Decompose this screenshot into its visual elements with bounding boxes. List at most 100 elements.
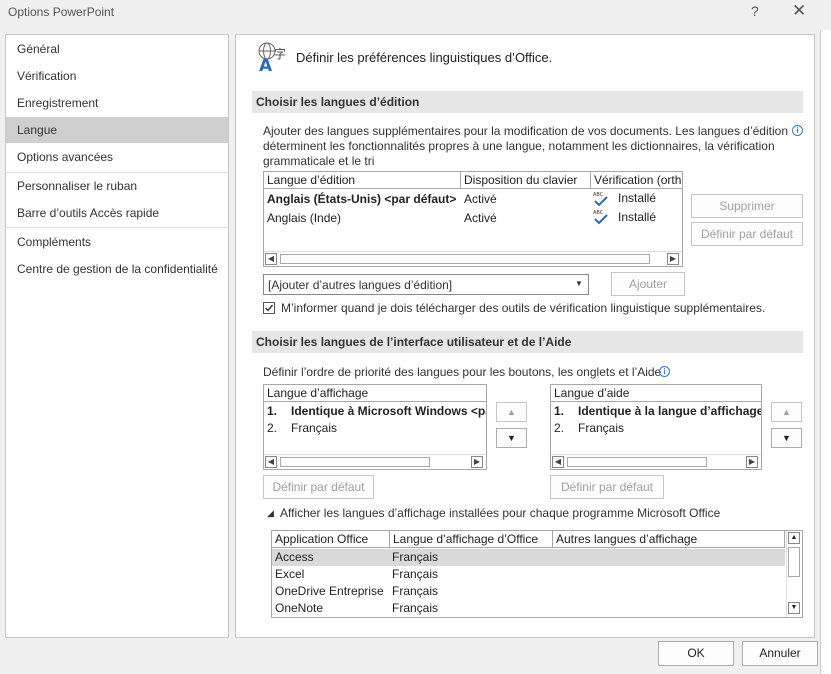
arrow-up-icon: ▲: [782, 407, 791, 417]
vertical-scrollbar[interactable]: ▲ ▼: [786, 531, 802, 617]
app-name[interactable]: OneDrive Entreprise: [275, 583, 384, 600]
svg-text:A: A: [259, 56, 273, 74]
scroll-left-icon[interactable]: ◀: [265, 253, 277, 265]
app-name[interactable]: OneNote: [275, 600, 323, 617]
proofing-check-icon: ABC: [593, 210, 608, 225]
list-item-label: Français: [291, 421, 338, 435]
checkmark-icon: [265, 304, 274, 312]
show-installed-languages-label[interactable]: Afficher les langues d’affichage install…: [280, 506, 720, 520]
display-language-list: Langue d’affichage 1. Identique à Micros…: [263, 384, 487, 470]
horizontal-scrollbar[interactable]: ◀ ▶: [551, 454, 761, 469]
list-item-number: 1.: [267, 404, 278, 418]
scroll-right-icon[interactable]: ▶: [667, 253, 679, 265]
scroll-thumb[interactable]: [567, 457, 707, 467]
editing-description-line2: déterminent les fonctionnalités propres …: [263, 139, 775, 153]
info-icon[interactable]: i: [659, 366, 670, 377]
app-display-language: Français: [392, 584, 439, 598]
add-language-dropdown-value: [Ajouter d’autres langues d’édition]: [268, 278, 453, 292]
help-move-up-button[interactable]: ▲: [771, 402, 802, 422]
set-default-editing-button[interactable]: Définir par défaut: [691, 222, 803, 246]
svg-text:字: 字: [274, 46, 286, 61]
chevron-down-icon: ▼: [575, 279, 583, 288]
sidebar-item-enregistrement[interactable]: Enregistrement: [6, 90, 228, 116]
list-item-number: 2.: [267, 421, 278, 435]
keyboard-status: Activé: [464, 192, 497, 206]
column-header-application[interactable]: Application Office: [272, 531, 390, 548]
section-editing-languages: Choisir les langues d’édition: [252, 91, 803, 113]
close-icon[interactable]: ✕: [792, 1, 806, 21]
cancel-button[interactable]: Annuler: [742, 641, 818, 666]
scroll-thumb[interactable]: [280, 254, 650, 264]
section-ui-languages: Choisir les langues de l’interface utili…: [252, 331, 803, 353]
help-language-list: Langue d’aide 1. Identique à la langue d…: [550, 384, 762, 470]
sidebar-item-langue[interactable]: Langue: [6, 117, 228, 143]
add-language-button[interactable]: Ajouter: [611, 272, 685, 296]
collapse-triangle-icon[interactable]: ◢: [267, 508, 274, 519]
scroll-left-icon[interactable]: ◀: [265, 456, 277, 468]
arrow-down-icon: ▼: [782, 433, 791, 443]
keyboard-status: Activé: [464, 211, 497, 225]
column-header-langue-edition[interactable]: Langue d’édition: [264, 172, 461, 189]
sidebar-item-centre-confidentialite[interactable]: Centre de gestion de la confidentialité: [6, 256, 228, 282]
sidebar-item-general[interactable]: Général: [6, 36, 228, 62]
move-up-button[interactable]: ▲: [496, 402, 527, 422]
arrow-down-icon: ▼: [507, 433, 516, 443]
help-move-down-button[interactable]: ▼: [771, 428, 802, 448]
column-header-autres-langues[interactable]: Autres langues d’affichage: [553, 531, 785, 548]
app-name: Access: [275, 550, 314, 564]
proofing-status: Installé: [618, 191, 657, 205]
column-header-disposition-clavier[interactable]: Disposition du clavier: [461, 172, 591, 189]
table-row-selected[interactable]: [272, 549, 785, 566]
info-icon[interactable]: i: [792, 125, 803, 136]
proofing-check-icon: ABC: [593, 192, 608, 207]
scroll-down-icon[interactable]: ▼: [788, 602, 800, 614]
app-display-language: Français: [392, 567, 439, 581]
arrow-up-icon: ▲: [507, 407, 516, 417]
sidebar: Général Vérification Enregistrement Lang…: [5, 34, 229, 638]
main-panel: A 字 Définir les préférences linguistique…: [235, 34, 815, 638]
list-item-number: 2.: [554, 421, 565, 435]
app-display-language: Français: [392, 601, 439, 615]
horizontal-scrollbar[interactable]: ◀ ▶: [264, 251, 682, 266]
move-down-button[interactable]: ▼: [496, 428, 527, 448]
scroll-thumb[interactable]: [788, 547, 800, 577]
display-set-default-button[interactable]: Définir par défaut: [263, 475, 374, 499]
app-name[interactable]: Excel: [275, 566, 304, 583]
scroll-right-icon[interactable]: ▶: [471, 456, 483, 468]
scroll-left-icon[interactable]: ◀: [552, 456, 564, 468]
help-set-default-button[interactable]: Définir par défaut: [550, 475, 664, 499]
app-display-language: Français: [392, 550, 439, 564]
horizontal-scrollbar[interactable]: ◀ ▶: [264, 454, 486, 469]
sidebar-divider: [6, 227, 228, 228]
column-header-langue-affichage[interactable]: Langue d’affichage d’Office: [390, 531, 553, 548]
ui-description: Définir l’ordre de priorité des langues …: [263, 365, 662, 379]
add-language-dropdown[interactable]: [Ajouter d’autres langues d’édition] ▼: [263, 274, 589, 295]
display-language-header: Langue d’affichage: [264, 385, 486, 402]
scroll-up-icon[interactable]: ▲: [788, 532, 800, 544]
remove-language-button[interactable]: Supprimer: [691, 194, 803, 218]
column-header-verification[interactable]: Vérification (orth: [591, 172, 682, 189]
notify-checkbox[interactable]: [263, 302, 275, 314]
list-item-number: 1.: [554, 404, 565, 418]
office-apps-table: Application Office Langue d’affichage d’…: [271, 530, 803, 618]
sidebar-item-options-avancees[interactable]: Options avancées: [6, 144, 228, 170]
scroll-thumb[interactable]: [280, 457, 430, 467]
editing-description-line1: Ajouter des langues supplémentaires pour…: [263, 124, 788, 138]
ok-button[interactable]: OK: [658, 641, 734, 666]
notify-checkbox-label[interactable]: M’informer quand je dois télécharger des…: [281, 301, 765, 315]
editing-language-name: Anglais (États-Unis) <par défaut>: [267, 192, 457, 206]
sidebar-item-barre-acces-rapide[interactable]: Barre d’outils Accès rapide: [6, 200, 228, 226]
help-language-header: Langue d’aide: [551, 385, 761, 402]
sidebar-item-verification[interactable]: Vérification: [6, 63, 228, 89]
editing-description-line3: grammaticale et le tri: [263, 154, 375, 168]
sidebar-item-complements[interactable]: Compléments: [6, 229, 228, 255]
help-icon[interactable]: ?: [751, 3, 759, 19]
editing-languages-table: Langue d’édition Disposition du clavier …: [263, 171, 683, 267]
svg-text:ABC: ABC: [593, 192, 604, 198]
editing-language-name: Anglais (Inde): [267, 211, 342, 225]
scroll-right-icon[interactable]: ▶: [746, 456, 758, 468]
title-bar: Options PowerPoint ? ✕: [0, 0, 831, 26]
sidebar-item-personnaliser-ruban[interactable]: Personnaliser le ruban: [6, 173, 228, 199]
proofing-status: Installé: [618, 210, 657, 224]
list-item-label: Identique à la langue d’affichage: [578, 404, 761, 418]
